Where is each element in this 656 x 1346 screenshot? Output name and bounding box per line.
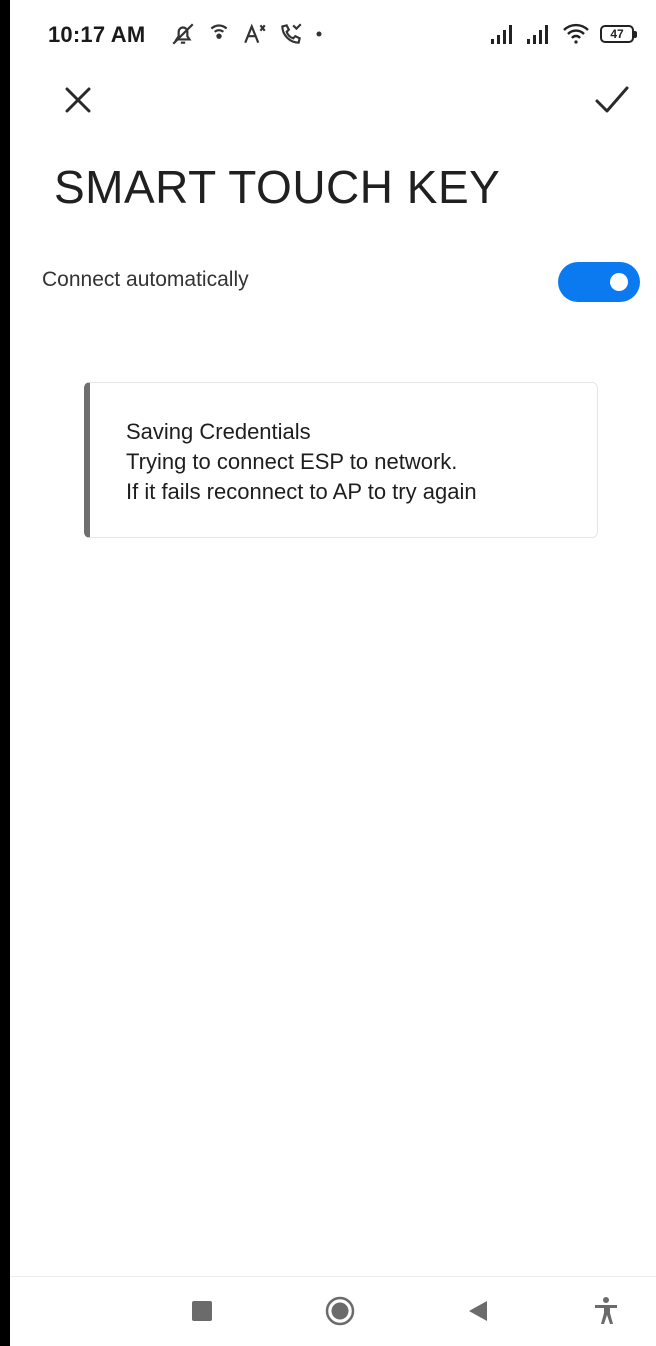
signal-icon [526,23,552,45]
status-time: 10:17 AM [48,22,146,47]
back-button[interactable] [458,1291,498,1331]
connect-automatically-row: Connect automatically [42,262,640,302]
status-bar: 10:17 AM 47 [10,0,656,70]
back-icon [469,1301,487,1321]
status-notification-icons [170,20,324,48]
close-icon [65,87,91,113]
check-icon [595,86,629,113]
message-line: Trying to connect ESP to network. [126,449,458,474]
message-line: Saving Credentials [126,419,311,444]
battery-level: 47 [610,27,624,41]
font-size-icon [242,21,268,47]
recents-icon [192,1301,212,1321]
status-system-icons: 47 [490,20,637,48]
wifi-icon [562,23,590,45]
toggle-knob [610,273,628,291]
battery-icon: 47 [600,25,637,43]
app-screen: 10:17 AM 47 SMART TOUCH KEY Connect auto… [10,0,656,1346]
home-icon [325,1296,355,1326]
recents-button[interactable] [182,1291,222,1331]
accessibility-button[interactable] [586,1291,626,1331]
confirm-button[interactable] [588,76,636,124]
close-button[interactable] [56,78,100,122]
missed-call-icon [278,21,304,47]
mute-icon [170,21,196,47]
connect-automatically-label: Connect automatically [42,268,249,291]
accessibility-icon [595,1297,617,1324]
connect-automatically-toggle[interactable] [558,262,640,302]
status-message-text: Saving Credentials Trying to connect ESP… [126,417,477,507]
home-button[interactable] [320,1291,360,1331]
message-line: If it fails reconnect to AP to try again [126,479,477,504]
hotspot-icon [206,21,232,47]
page-title: SMART TOUCH KEY [54,161,501,213]
navigation-bar [10,1276,656,1346]
dot-icon [314,29,324,39]
signal-icon [490,23,516,45]
status-message-card: Saving Credentials Trying to connect ESP… [84,382,598,538]
